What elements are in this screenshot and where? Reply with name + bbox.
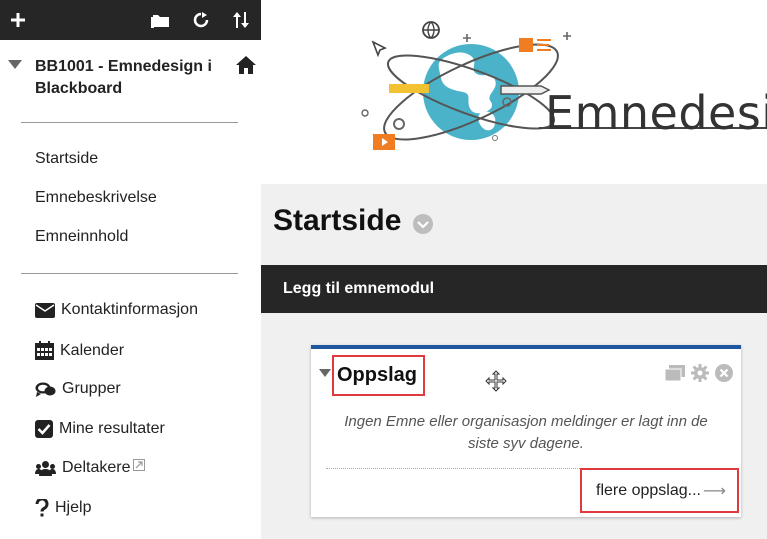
move-icon[interactable]: [485, 370, 507, 392]
add-module-button[interactable]: Legg til emnemodul: [283, 280, 434, 298]
tool-help[interactable]: Hjelp: [35, 499, 91, 517]
calendar-icon: [35, 341, 54, 360]
arrow-right-icon: ⟶: [702, 482, 726, 500]
page-title: Startside: [273, 204, 402, 237]
course-menu: BB1001 - Emnedesign i Blackboard Startsi…: [0, 0, 261, 539]
sort-icon[interactable]: [230, 0, 252, 40]
module-actions: [665, 364, 733, 382]
nav-link-startside[interactable]: Startside: [35, 150, 98, 168]
tool-groups-label: Grupper: [62, 380, 121, 397]
more-announcements-label: flere oppslag...: [596, 481, 701, 499]
tool-groups[interactable]: Grupper: [35, 380, 121, 398]
module-title[interactable]: Oppslag: [337, 364, 417, 387]
tool-calendar-label: Kalender: [60, 341, 125, 359]
module-title-highlight: Oppslag: [332, 355, 425, 396]
more-announcements-link[interactable]: flere oppslag... ⟶: [580, 468, 739, 513]
window-icon[interactable]: [665, 365, 685, 381]
chat-bubbles-icon: [35, 382, 56, 397]
tool-help-label: Hjelp: [55, 499, 92, 516]
tool-calendar[interactable]: Kalender: [35, 341, 124, 360]
plus-icon[interactable]: [6, 0, 30, 40]
caret-down-icon[interactable]: [8, 60, 22, 70]
users-icon: [35, 461, 56, 476]
folder-icon[interactable]: [150, 0, 172, 40]
home-icon[interactable]: [236, 56, 256, 74]
envelope-icon: [35, 302, 55, 318]
announcements-module: Oppslag Ingen Emne eller organisasjon me…: [311, 345, 741, 517]
empty-message: Ingen Emne eller organisasjon meldinger …: [344, 413, 708, 452]
course-menu-toolbar: [0, 0, 261, 40]
tool-grades[interactable]: Mine resultater: [35, 420, 165, 438]
add-module-bar: Legg til emnemodul: [261, 265, 767, 313]
chevron-down-icon[interactable]: [413, 214, 433, 234]
course-banner: Emnedesign: [261, 0, 767, 184]
tool-grades-label: Mine resultater: [59, 420, 165, 437]
divider: [21, 273, 238, 274]
gear-icon[interactable]: [691, 364, 709, 382]
caret-down-icon[interactable]: [319, 369, 331, 378]
help-icon: [35, 499, 49, 517]
banner-title: Emnedesign: [545, 86, 767, 140]
tool-contact-label: Kontaktinformasjon: [61, 301, 198, 318]
divider: [21, 122, 238, 123]
checkbox-icon: [35, 420, 53, 438]
course-title[interactable]: BB1001 - Emnedesign i Blackboard: [35, 56, 225, 100]
tool-participants-label: Deltakere: [62, 459, 131, 476]
nav-link-emneinnhold[interactable]: Emneinnhold: [35, 228, 128, 246]
tool-contact[interactable]: Kontaktinformasjon: [35, 301, 198, 319]
refresh-icon[interactable]: [190, 0, 212, 40]
nav-link-emnebeskrivelse[interactable]: Emnebeskrivelse: [35, 189, 157, 207]
content-area: Emnedesign Startside Legg til emnemodul …: [261, 0, 767, 539]
external-link-icon: [133, 459, 146, 471]
tool-participants[interactable]: Deltakere: [35, 459, 151, 477]
close-icon[interactable]: [715, 364, 733, 382]
